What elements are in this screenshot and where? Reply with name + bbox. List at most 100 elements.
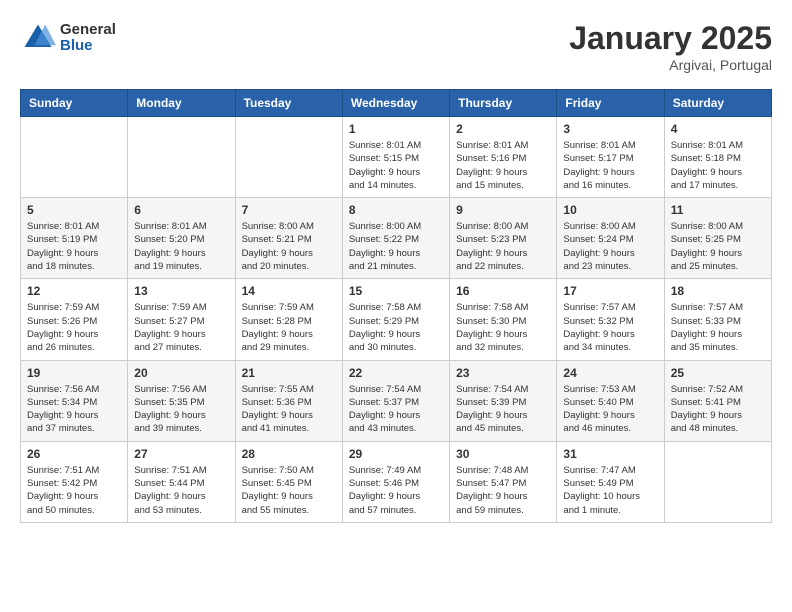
day-info: Sunrise: 7:49 AM Sunset: 5:46 PM Dayligh… [349, 464, 443, 517]
day-info: Sunrise: 7:59 AM Sunset: 5:28 PM Dayligh… [242, 301, 336, 354]
day-number: 6 [134, 203, 228, 217]
day-info: Sunrise: 8:01 AM Sunset: 5:16 PM Dayligh… [456, 139, 550, 192]
day-cell: 14 Sunrise: 7:59 AM Sunset: 5:28 PM Dayli… [235, 279, 342, 360]
day-info: Sunrise: 7:54 AM Sunset: 5:39 PM Dayligh… [456, 383, 550, 436]
day-info: Sunrise: 8:01 AM Sunset: 5:15 PM Dayligh… [349, 139, 443, 192]
day-cell: 30Sunrise: 7:48 AM Sunset: 5:47 PM Dayli… [450, 441, 557, 522]
location: Argivai, Portugal [569, 57, 772, 73]
day-info: Sunrise: 7:58 AM Sunset: 5:30 PM Dayligh… [456, 301, 550, 354]
day-info: Sunrise: 7:56 AM Sunset: 5:35 PM Dayligh… [134, 383, 228, 436]
day-cell: 31 Sunrise: 7:47 AM Sunset: 5:49 PM Dayli… [557, 441, 664, 522]
day-info: Sunrise: 7:47 AM Sunset: 5:49 PM Dayligh… [563, 464, 657, 517]
day-cell: 5 Sunrise: 8:01 AM Sunset: 5:19 PM Daylig… [21, 198, 128, 279]
day-number: 10 [563, 203, 657, 217]
day-cell: 18Sunrise: 7:57 AM Sunset: 5:33 PM Dayli… [664, 279, 771, 360]
day-cell: 6 Sunrise: 8:01 AM Sunset: 5:20 PM Daylig… [128, 198, 235, 279]
day-number: 24 [563, 366, 657, 380]
column-header-monday: Monday [128, 90, 235, 117]
day-number: 31 [563, 447, 657, 461]
day-info: Sunrise: 8:00 AM Sunset: 5:22 PM Dayligh… [349, 220, 443, 273]
day-cell: 13 Sunrise: 7:59 AM Sunset: 5:27 PM Dayli… [128, 279, 235, 360]
column-header-friday: Friday [557, 90, 664, 117]
day-number: 20 [134, 366, 228, 380]
day-number: 22 [349, 366, 443, 380]
day-cell: 3Sunrise: 8:01 AM Sunset: 5:17 PM Daylig… [557, 117, 664, 198]
day-info: Sunrise: 8:00 AM Sunset: 5:24 PM Dayligh… [563, 220, 657, 273]
day-cell: 11 Sunrise: 8:00 AM Sunset: 5:25 PM Dayli… [664, 198, 771, 279]
day-cell: 10 Sunrise: 8:00 AM Sunset: 5:24 PM Dayli… [557, 198, 664, 279]
day-cell: 12Sunrise: 7:59 AM Sunset: 5:26 PM Dayli… [21, 279, 128, 360]
day-cell: 4 Sunrise: 8:01 AM Sunset: 5:18 PM Daylig… [664, 117, 771, 198]
day-cell: 8 Sunrise: 8:00 AM Sunset: 5:22 PM Daylig… [342, 198, 449, 279]
month-title: January 2025 [569, 20, 772, 57]
column-header-thursday: Thursday [450, 90, 557, 117]
page-header: General Blue January 2025 Argivai, Portu… [20, 20, 772, 73]
day-number: 7 [242, 203, 336, 217]
day-number: 4 [671, 122, 765, 136]
day-number: 29 [349, 447, 443, 461]
day-cell: 17Sunrise: 7:57 AM Sunset: 5:32 PM Dayli… [557, 279, 664, 360]
day-number: 11 [671, 203, 765, 217]
day-info: Sunrise: 8:01 AM Sunset: 5:20 PM Dayligh… [134, 220, 228, 273]
day-number: 15 [349, 284, 443, 298]
calendar-table: SundayMondayTuesdayWednesdayThursdayFrid… [20, 89, 772, 523]
day-cell: 24 Sunrise: 7:53 AM Sunset: 5:40 PM Dayli… [557, 360, 664, 441]
day-cell: 16 Sunrise: 7:58 AM Sunset: 5:30 PM Dayli… [450, 279, 557, 360]
day-number: 26 [27, 447, 121, 461]
day-info: Sunrise: 8:00 AM Sunset: 5:25 PM Dayligh… [671, 220, 765, 273]
day-info: Sunrise: 7:59 AM Sunset: 5:27 PM Dayligh… [134, 301, 228, 354]
day-cell: 2 Sunrise: 8:01 AM Sunset: 5:16 PM Daylig… [450, 117, 557, 198]
day-cell: 29 Sunrise: 7:49 AM Sunset: 5:46 PM Dayli… [342, 441, 449, 522]
day-number: 17 [563, 284, 657, 298]
day-number: 23 [456, 366, 550, 380]
day-cell: 28Sunrise: 7:50 AM Sunset: 5:45 PM Dayli… [235, 441, 342, 522]
day-cell: 26Sunrise: 7:51 AM Sunset: 5:42 PM Dayli… [21, 441, 128, 522]
day-number: 5 [27, 203, 121, 217]
logo: General Blue [20, 20, 116, 56]
day-cell: 20 Sunrise: 7:56 AM Sunset: 5:35 PM Dayli… [128, 360, 235, 441]
day-number: 9 [456, 203, 550, 217]
week-row-1: 1Sunrise: 8:01 AM Sunset: 5:15 PM Daylig… [21, 117, 772, 198]
week-row-4: 19Sunrise: 7:56 AM Sunset: 5:34 PM Dayli… [21, 360, 772, 441]
day-info: Sunrise: 7:54 AM Sunset: 5:37 PM Dayligh… [349, 383, 443, 436]
logo-general: General [60, 22, 116, 39]
day-info: Sunrise: 8:01 AM Sunset: 5:18 PM Dayligh… [671, 139, 765, 192]
day-cell: 21 Sunrise: 7:55 AM Sunset: 5:36 PM Dayli… [235, 360, 342, 441]
column-header-saturday: Saturday [664, 90, 771, 117]
day-info: Sunrise: 7:57 AM Sunset: 5:33 PM Dayligh… [671, 301, 765, 354]
day-cell: 27 Sunrise: 7:51 AM Sunset: 5:44 PM Dayli… [128, 441, 235, 522]
day-cell [664, 441, 771, 522]
day-info: Sunrise: 8:00 AM Sunset: 5:21 PM Dayligh… [242, 220, 336, 273]
day-number: 3 [563, 122, 657, 136]
day-cell: 1Sunrise: 8:01 AM Sunset: 5:15 PM Daylig… [342, 117, 449, 198]
column-header-sunday: Sunday [21, 90, 128, 117]
day-cell: 22 Sunrise: 7:54 AM Sunset: 5:37 PM Dayli… [342, 360, 449, 441]
day-cell: 7 Sunrise: 8:00 AM Sunset: 5:21 PM Daylig… [235, 198, 342, 279]
day-number: 8 [349, 203, 443, 217]
day-info: Sunrise: 7:52 AM Sunset: 5:41 PM Dayligh… [671, 383, 765, 436]
logo-text: General Blue [60, 22, 116, 55]
day-cell: 15Sunrise: 7:58 AM Sunset: 5:29 PM Dayli… [342, 279, 449, 360]
day-number: 30 [456, 447, 550, 461]
column-header-wednesday: Wednesday [342, 90, 449, 117]
day-number: 21 [242, 366, 336, 380]
day-info: Sunrise: 7:55 AM Sunset: 5:36 PM Dayligh… [242, 383, 336, 436]
day-info: Sunrise: 8:01 AM Sunset: 5:19 PM Dayligh… [27, 220, 121, 273]
day-cell: 23 Sunrise: 7:54 AM Sunset: 5:39 PM Dayli… [450, 360, 557, 441]
day-info: Sunrise: 7:53 AM Sunset: 5:40 PM Dayligh… [563, 383, 657, 436]
calendar-header-row: SundayMondayTuesdayWednesdayThursdayFrid… [21, 90, 772, 117]
day-number: 27 [134, 447, 228, 461]
day-number: 2 [456, 122, 550, 136]
week-row-3: 12Sunrise: 7:59 AM Sunset: 5:26 PM Dayli… [21, 279, 772, 360]
day-number: 16 [456, 284, 550, 298]
day-info: Sunrise: 7:56 AM Sunset: 5:34 PM Dayligh… [27, 383, 121, 436]
day-number: 14 [242, 284, 336, 298]
day-cell [128, 117, 235, 198]
day-number: 13 [134, 284, 228, 298]
day-info: Sunrise: 7:59 AM Sunset: 5:26 PM Dayligh… [27, 301, 121, 354]
day-cell [21, 117, 128, 198]
day-number: 25 [671, 366, 765, 380]
logo-icon [20, 20, 56, 56]
day-info: Sunrise: 7:51 AM Sunset: 5:44 PM Dayligh… [134, 464, 228, 517]
day-info: Sunrise: 7:50 AM Sunset: 5:45 PM Dayligh… [242, 464, 336, 517]
